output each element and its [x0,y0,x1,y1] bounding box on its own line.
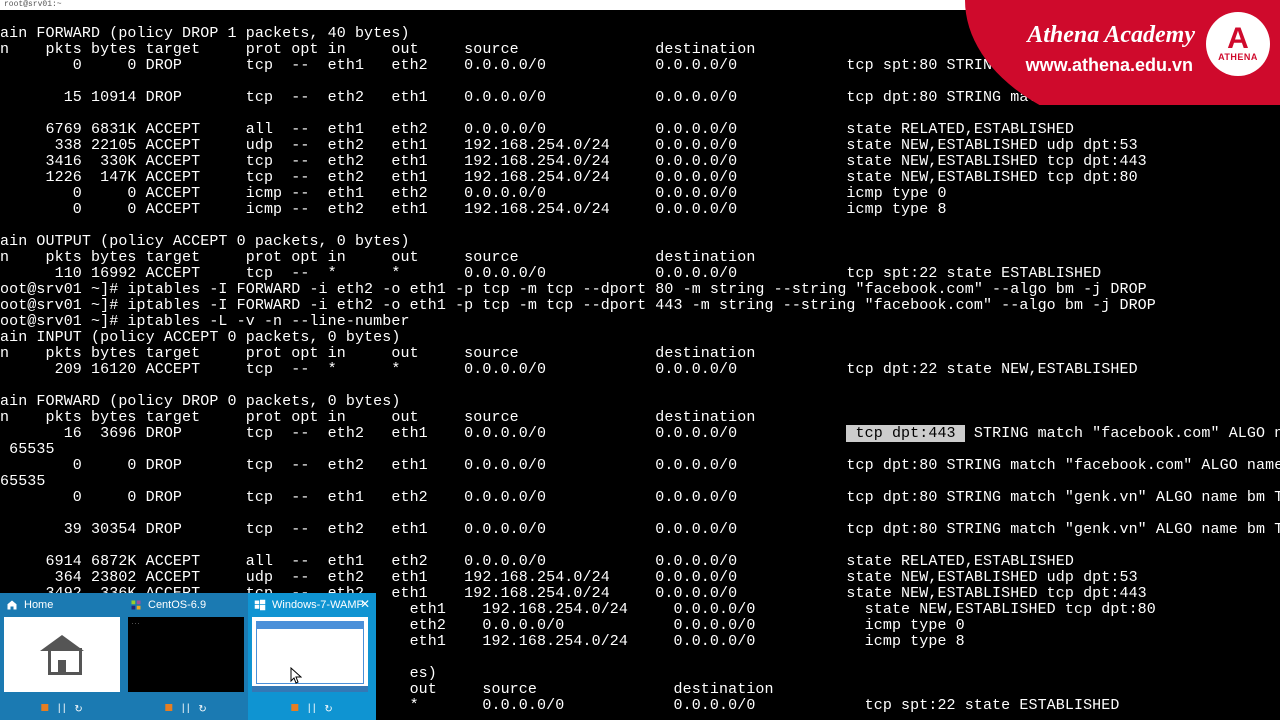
brand-overlay: Athena Academy www.athena.edu.vn A ATHEN… [965,0,1280,105]
restart-icon[interactable]: ↻ [74,704,82,716]
centos-label: CentOS-6.9 [148,599,206,611]
stop-icon[interactable] [291,704,298,711]
brand-badge: A ATHENA [1206,12,1270,76]
restart-icon[interactable]: ↻ [198,704,206,716]
close-icon[interactable]: ✕ [360,597,370,611]
restart-icon[interactable]: ↻ [324,704,332,716]
taskbar-wamp[interactable]: Windows-7-WAMP ✕ || ↻ [248,593,376,720]
home-icon [6,599,18,611]
pause-icon[interactable]: || [180,704,190,716]
home-label: Home [24,599,53,611]
stop-icon[interactable] [165,704,172,711]
wamp-label: Windows-7-WAMP [272,599,364,611]
pause-icon[interactable]: || [306,704,316,716]
wamp-thumbnail[interactable] [252,617,368,692]
taskbar-centos[interactable]: CentOS-6.9 ... || ↻ [124,593,248,720]
home-controls: || ↻ [41,704,82,716]
vm-taskbar: Home || ↻ CentOS-6.9 ... || ↻ [0,593,376,720]
stop-icon[interactable] [41,704,48,711]
centos-icon [130,599,142,611]
centos-thumbnail[interactable]: ... [128,617,244,692]
pause-icon[interactable]: || [56,704,66,716]
taskbar-home[interactable]: Home || ↻ [0,593,124,720]
brand-title: Athena Academy [1027,22,1195,49]
windows-icon [254,599,266,611]
brand-url: www.athena.edu.vn [1026,55,1193,76]
centos-controls: || ↻ [165,704,206,716]
home-thumbnail[interactable] [4,617,120,692]
wamp-controls: || ↻ [291,704,332,716]
